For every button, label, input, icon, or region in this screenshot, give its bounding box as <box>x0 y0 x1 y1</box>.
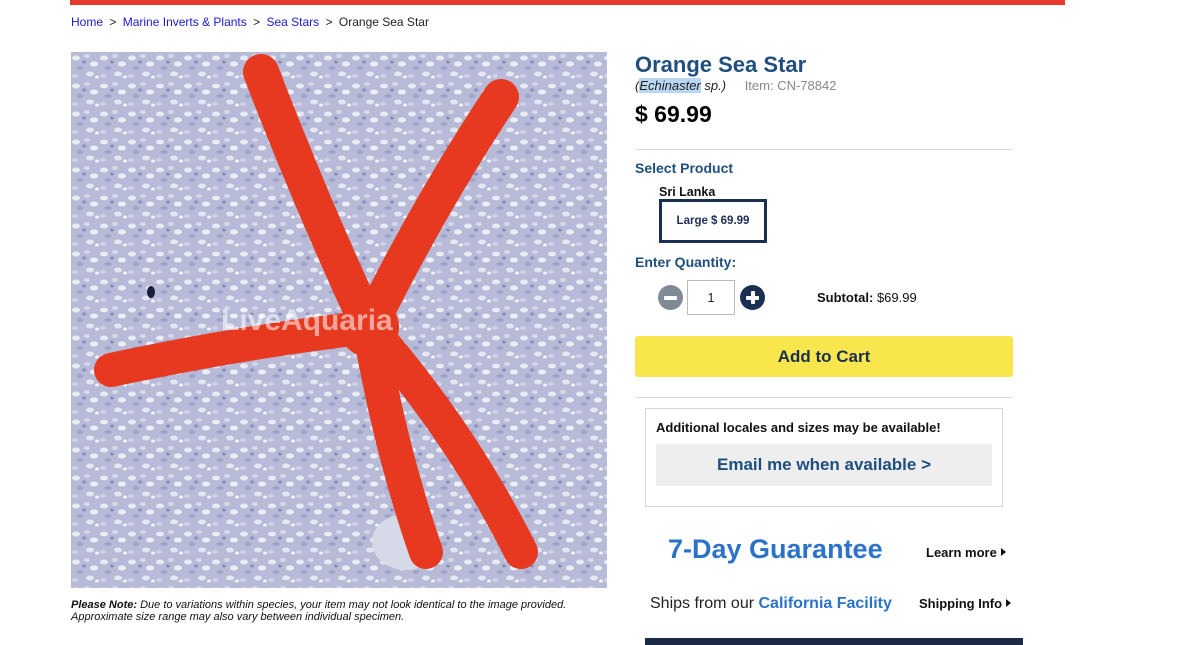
shipping-info-label: Shipping Info <box>919 596 1003 611</box>
note-label: Please Note: <box>71 599 138 611</box>
breadcrumb-current: Orange Sea Star <box>338 15 429 29</box>
subtotal: Subtotal: $69.99 <box>817 290 917 305</box>
shipping-info-link[interactable]: Shipping Info <box>919 596 1012 611</box>
scientific-suffix: sp.) <box>704 78 727 93</box>
image-note: Please Note: Due to variations within sp… <box>71 599 611 623</box>
image-watermark: LiveAquaria <box>221 304 393 337</box>
top-brand-bar <box>70 0 1065 5</box>
product-title: Orange Sea Star <box>635 52 807 77</box>
divider <box>635 397 1013 398</box>
availability-box: Additional locales and sizes may be avai… <box>645 408 1003 507</box>
subtotal-label: Subtotal: <box>817 290 874 305</box>
minus-circle-icon[interactable] <box>658 285 683 310</box>
item-number: Item: CN-78842 <box>744 78 837 93</box>
size-option-large[interactable]: Large $ 69.99 <box>659 199 767 243</box>
bottom-banner <box>645 638 1023 645</box>
subtotal-value: $69.99 <box>876 290 917 305</box>
breadcrumb-sea-stars[interactable]: Sea Stars <box>266 15 319 29</box>
add-to-cart-button[interactable]: Add to Cart <box>635 336 1013 377</box>
learn-more-label: Learn more <box>926 545 997 560</box>
facility-name: California Facility <box>758 595 892 612</box>
availability-text: Additional locales and sizes may be avai… <box>656 420 941 435</box>
note-text: Due to variations within species, your i… <box>71 599 567 623</box>
breadcrumb-separator: > <box>253 15 261 29</box>
select-product-label: Select Product <box>635 160 734 176</box>
product-subline: (Echinaster sp.) Item: CN-78842 <box>635 78 836 93</box>
product-image[interactable]: LiveAquaria <box>71 52 607 588</box>
breadcrumb: Home > Marine Inverts & Plants > Sea Sta… <box>71 15 429 29</box>
scientific-genus: Echinaster <box>639 78 701 93</box>
locale-label: Sri Lanka <box>659 185 716 199</box>
breadcrumb-separator: > <box>109 15 117 29</box>
plus-circle-icon[interactable] <box>740 285 765 310</box>
quantity-input[interactable] <box>687 280 735 315</box>
scientific-name: (Echinaster sp.) <box>635 78 726 93</box>
sea-star-photo: LiveAquaria <box>71 52 607 588</box>
breadcrumb-marine-inverts[interactable]: Marine Inverts & Plants <box>123 15 247 29</box>
breadcrumb-separator: > <box>325 15 333 29</box>
ships-text: Ships from our <box>650 595 755 612</box>
breadcrumb-home[interactable]: Home <box>71 15 103 29</box>
product-price: $ 69.99 <box>635 101 712 127</box>
guarantee-title: 7-Day Guarantee <box>668 534 883 564</box>
quantity-label: Enter Quantity: <box>635 254 737 270</box>
email-when-available-button[interactable]: Email me when available > <box>656 444 992 486</box>
caret-right-icon <box>1006 599 1012 607</box>
caret-right-icon <box>1000 548 1006 556</box>
divider <box>635 149 1013 150</box>
learn-more-link[interactable]: Learn more <box>926 545 1006 560</box>
ships-from: Ships from our California Facility <box>650 595 892 613</box>
